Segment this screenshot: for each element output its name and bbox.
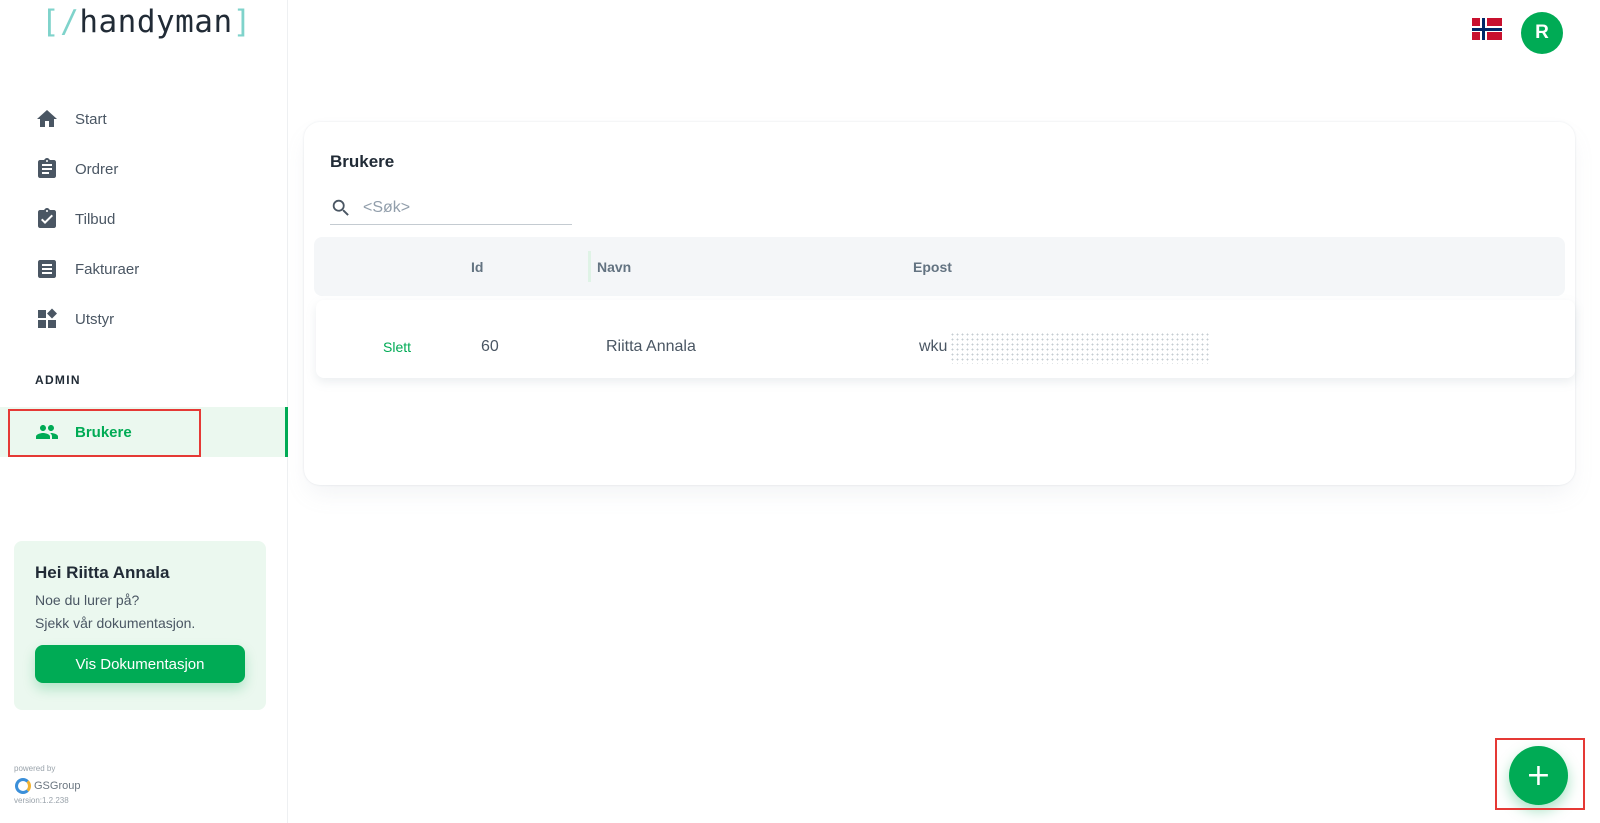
clipboard-check-icon <box>35 207 59 231</box>
sidebar-item-label: Start <box>75 110 107 128</box>
powered-by-label: powered by <box>14 764 56 773</box>
column-header-name[interactable]: Navn <box>597 259 631 275</box>
cell-id: 60 <box>481 338 499 355</box>
search-icon <box>332 199 349 216</box>
search-bar <box>330 191 572 225</box>
column-header-email[interactable]: Epost <box>913 259 952 275</box>
help-text-1: Noe du lurer på? <box>35 592 140 608</box>
help-card: Hei Riitta Annala Noe du lurer på? Sjekk… <box>14 541 266 710</box>
gsgroup-name: GSGroup <box>34 780 81 792</box>
people-icon <box>35 420 59 444</box>
home-icon <box>35 107 59 131</box>
help-text-2: Sjekk vår dokumentasjon. <box>35 615 196 631</box>
logo-bracket-open: [/ <box>41 4 80 40</box>
column-resize-handle[interactable] <box>588 251 591 282</box>
sidebar-nav: Start Ordrer Tilbud Fakturaer Utstyr <box>0 94 288 344</box>
logo-name: handyman <box>79 4 233 40</box>
help-greeting: Hei Riitta Annala <box>35 563 170 582</box>
column-header-id[interactable]: Id <box>471 259 483 275</box>
sidebar-item-utstyr[interactable]: Utstyr <box>0 294 288 344</box>
sidebar-item-tilbud[interactable]: Tilbud <box>0 194 288 244</box>
cell-email: wku <box>919 338 948 355</box>
sidebar-item-label: Ordrer <box>75 160 119 178</box>
sidebar-item-label: Fakturaer <box>75 260 140 278</box>
sidebar-item-brukere[interactable]: Brukere <box>0 407 288 457</box>
norway-flag-icon[interactable] <box>1472 18 1502 40</box>
sidebar-item-label: Utstyr <box>75 310 115 328</box>
sidebar-item-ordrer[interactable]: Ordrer <box>0 144 288 194</box>
gsgroup-logo: GSGroup <box>15 778 80 794</box>
dashboard-icon <box>35 307 59 331</box>
invoice-icon <box>35 257 59 281</box>
sidebar-item-start[interactable]: Start <box>0 94 288 144</box>
app-root: [/handyman] Start Ordrer Tilbud Fakturae… <box>0 0 1600 823</box>
app-logo[interactable]: [/handyman] <box>41 4 252 40</box>
delete-user-link[interactable]: Slett <box>383 339 411 355</box>
user-avatar[interactable]: R <box>1521 12 1563 54</box>
gsgroup-logo-icon <box>15 778 31 794</box>
sidebar-item-label: Tilbud <box>75 210 116 228</box>
email-redaction <box>950 332 1210 364</box>
search-input[interactable] <box>363 198 553 217</box>
clipboard-icon <box>35 157 59 181</box>
sidebar: [/handyman] Start Ordrer Tilbud Fakturae… <box>0 0 288 823</box>
sidebar-item-label: Brukere <box>75 423 132 441</box>
logo-bracket-close: ] <box>232 4 252 40</box>
show-documentation-button[interactable]: Vis Dokumentasjon <box>35 645 245 683</box>
add-user-button[interactable]: + <box>1509 746 1568 805</box>
page-title: Brukere <box>330 152 395 171</box>
version-label: version:1.2.238 <box>14 796 69 805</box>
sidebar-item-fakturaer[interactable]: Fakturaer <box>0 244 288 294</box>
cell-name: Riitta Annala <box>606 338 696 355</box>
sidebar-section-admin: ADMIN <box>35 373 81 387</box>
table-header: Id Navn Epost <box>314 237 1565 296</box>
